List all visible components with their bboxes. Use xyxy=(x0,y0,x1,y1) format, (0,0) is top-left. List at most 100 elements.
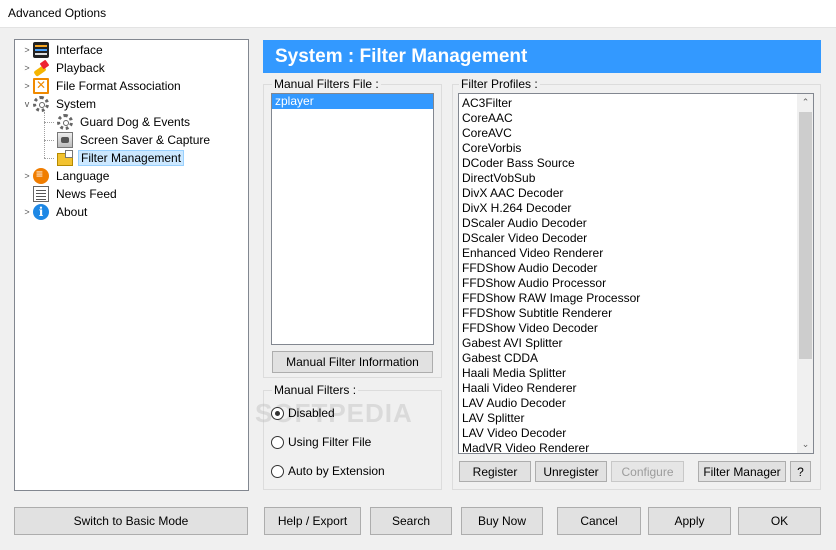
register-button[interactable]: Register xyxy=(459,461,531,482)
tree-item-language[interactable]: > Language xyxy=(21,167,111,185)
list-item[interactable]: CoreAAC xyxy=(459,111,797,126)
group-title: Filter Profiles : xyxy=(459,77,540,91)
screen-saver-icon xyxy=(57,132,73,148)
tree-item-label: Screen Saver & Capture xyxy=(80,133,211,147)
chevron-right-icon[interactable]: > xyxy=(21,63,33,73)
scroll-down-icon[interactable]: ⌄ xyxy=(797,436,813,453)
group-title: Manual Filters : xyxy=(272,383,359,397)
tree-item-news-feed[interactable]: News Feed xyxy=(33,185,119,203)
list-item[interactable]: LAV Video Decoder xyxy=(459,426,797,441)
list-item[interactable]: FFDShow RAW Image Processor xyxy=(459,291,797,306)
filter-profiles-list[interactable]: AC3Filter CoreAAC CoreAVC CoreVorbis DCoder … xyxy=(458,93,814,454)
list-item[interactable]: Haali Video Renderer xyxy=(459,381,797,396)
radio-disabled[interactable]: Disabled xyxy=(271,406,335,420)
group-title: Manual Filters File : xyxy=(272,77,381,91)
configure-button[interactable]: Configure xyxy=(611,461,684,482)
list-item[interactable]: LAV Audio Decoder xyxy=(459,396,797,411)
list-item[interactable]: Haali Media Splitter xyxy=(459,366,797,381)
ok-button[interactable]: OK xyxy=(738,507,821,535)
playback-icon xyxy=(33,60,49,76)
vertical-scrollbar[interactable]: ⌃ ⌄ xyxy=(797,94,813,453)
tree-item-label: About xyxy=(56,205,88,219)
list-item[interactable]: LAV Splitter xyxy=(459,411,797,426)
list-item[interactable]: AC3Filter xyxy=(459,96,797,111)
interface-icon xyxy=(33,42,49,58)
tree-item-about[interactable]: > i About xyxy=(21,203,89,221)
filter-manager-button[interactable]: Filter Manager xyxy=(698,461,786,482)
tree-item-label: Guard Dog & Events xyxy=(80,115,191,129)
tree-item-label: News Feed xyxy=(56,187,117,201)
list-item[interactable]: DScaler Audio Decoder xyxy=(459,216,797,231)
apply-button[interactable]: Apply xyxy=(648,507,731,535)
radio-circle[interactable] xyxy=(271,464,284,478)
list-item[interactable]: DirectVobSub xyxy=(459,171,797,186)
tree-item-label: Filter Management xyxy=(78,150,185,166)
search-button[interactable]: Search xyxy=(370,507,452,535)
radio-circle[interactable] xyxy=(271,406,284,420)
tree-connector xyxy=(44,122,54,123)
help-button[interactable]: ? xyxy=(790,461,811,482)
tree-item-label: File Format Association xyxy=(56,79,181,93)
filter-icon xyxy=(57,150,73,166)
unregister-button[interactable]: Unregister xyxy=(535,461,607,482)
info-icon: i xyxy=(33,204,49,220)
list-item[interactable]: Gabest CDDA xyxy=(459,351,797,366)
window-title: Advanced Options xyxy=(8,6,107,20)
tree-item-interface[interactable]: > Interface xyxy=(21,41,105,59)
tree-connector xyxy=(44,112,45,158)
radio-label: Disabled xyxy=(288,406,335,420)
chevron-right-icon[interactable]: > xyxy=(21,171,33,181)
gear-icon xyxy=(57,114,73,130)
tree-item-label: Playback xyxy=(56,61,105,75)
list-item[interactable]: FFDShow Subtitle Renderer xyxy=(459,306,797,321)
tree-item-system[interactable]: v System xyxy=(21,95,98,113)
list-item[interactable]: MadVR Video Renderer xyxy=(459,441,797,453)
tree-item-playback[interactable]: > Playback xyxy=(21,59,107,77)
list-item[interactable]: CoreAVC xyxy=(459,126,797,141)
radio-using-filter-file[interactable]: Using Filter File xyxy=(271,435,371,449)
help-export-button[interactable]: Help / Export xyxy=(264,507,361,535)
tree-item-guard-dog[interactable]: Guard Dog & Events xyxy=(57,113,192,131)
tree-item-label: Interface xyxy=(56,43,103,57)
cancel-button[interactable]: Cancel xyxy=(557,507,641,535)
radio-circle[interactable] xyxy=(271,435,284,449)
chevron-right-icon[interactable]: > xyxy=(21,45,33,55)
title-bar: Advanced Options xyxy=(0,0,836,28)
list-item[interactable]: DScaler Video Decoder xyxy=(459,231,797,246)
tree-connector xyxy=(44,140,54,141)
scroll-up-icon[interactable]: ⌃ xyxy=(797,94,813,111)
scrollbar-thumb[interactable] xyxy=(799,112,812,359)
list-item[interactable]: DCoder Bass Source xyxy=(459,156,797,171)
tree-item-screen-saver[interactable]: Screen Saver & Capture xyxy=(57,131,212,149)
manual-filters-list[interactable]: zplayer xyxy=(271,93,434,345)
chevron-right-icon[interactable]: > xyxy=(21,81,33,91)
list-item[interactable]: zplayer xyxy=(272,94,433,109)
list-item[interactable]: Gabest AVI Splitter xyxy=(459,336,797,351)
radio-label: Using Filter File xyxy=(288,435,372,449)
switch-to-basic-mode-button[interactable]: Switch to Basic Mode xyxy=(14,507,248,535)
radio-auto-by-extension[interactable]: Auto by Extension xyxy=(271,464,385,478)
news-icon xyxy=(33,186,49,202)
list-item[interactable]: Enhanced Video Renderer xyxy=(459,246,797,261)
options-tree[interactable]: > Interface > Playback > File Format Ass… xyxy=(14,39,249,491)
list-item[interactable]: FFDShow Video Decoder xyxy=(459,321,797,336)
manual-filter-information-button[interactable]: Manual Filter Information xyxy=(272,351,433,373)
tree-item-file-format[interactable]: > File Format Association xyxy=(21,77,183,95)
list-item[interactable]: DivX H.264 Decoder xyxy=(459,201,797,216)
list-item[interactable]: FFDShow Audio Processor xyxy=(459,276,797,291)
radio-label: Auto by Extension xyxy=(288,464,385,478)
gear-icon xyxy=(33,96,49,112)
list-item[interactable]: CoreVorbis xyxy=(459,141,797,156)
tree-item-label: System xyxy=(56,97,97,111)
buy-now-button[interactable]: Buy Now xyxy=(461,507,543,535)
page-title: System : Filter Management xyxy=(263,40,821,73)
chevron-down-icon[interactable]: v xyxy=(21,99,33,109)
list-item[interactable]: FFDShow Audio Decoder xyxy=(459,261,797,276)
language-icon xyxy=(33,167,49,184)
filter-profiles-items: AC3Filter CoreAAC CoreAVC CoreVorbis DCoder … xyxy=(459,96,797,453)
tree-item-filter-management[interactable]: Filter Management xyxy=(57,149,185,167)
chevron-right-icon[interactable]: > xyxy=(21,207,33,217)
list-item[interactable]: DivX AAC Decoder xyxy=(459,186,797,201)
tree-item-label: Language xyxy=(56,169,110,183)
tree-connector xyxy=(44,158,54,159)
